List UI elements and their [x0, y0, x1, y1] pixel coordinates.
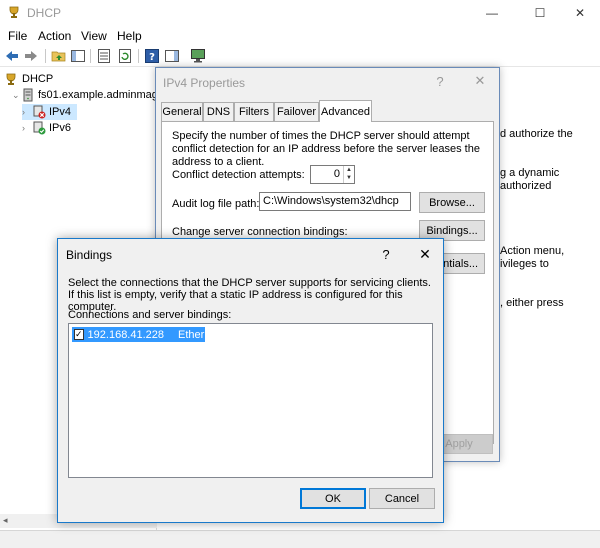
audit-log-label: Audit log file path:: [172, 198, 260, 210]
bindings-dialog: Bindings ? ✕ Select the connections that…: [57, 238, 444, 523]
tree-label-server: fs01.example.adminmag: [38, 89, 158, 101]
tab-general[interactable]: General: [161, 102, 203, 121]
ipv6-scope-icon: [33, 121, 46, 135]
toolbar-separator: [90, 49, 91, 63]
results-text-line: , either press: [500, 297, 564, 309]
ipv4-dialog-title: IPv4 Properties: [163, 76, 246, 90]
status-bar: [0, 530, 600, 548]
connection-ip: 192.168.41.228: [87, 328, 165, 341]
tree-label-ipv4: IPv4: [49, 106, 72, 118]
tree-label-ipv6: IPv6: [49, 122, 72, 134]
audit-log-path-input[interactable]: C:\Windows\system32\dhcp: [259, 192, 411, 211]
connection-checkbox[interactable]: ✓: [74, 329, 84, 340]
toolbar-separator: [138, 49, 139, 63]
bindings-help-button[interactable]: ?: [374, 244, 398, 264]
tab-dns[interactable]: DNS: [203, 102, 234, 121]
menu-file[interactable]: File: [8, 29, 27, 43]
collapsed-chevron-icon[interactable]: ›: [22, 107, 32, 117]
toolbar: ?: [0, 45, 600, 67]
dhcp-app-icon: [9, 6, 19, 18]
bindings-dialog-title: Bindings: [66, 248, 113, 262]
results-text-line: ivileges to: [500, 258, 549, 270]
tree-label-dhcp: DHCP: [22, 73, 54, 85]
ipv4-help-button[interactable]: ?: [428, 71, 452, 91]
conflict-description: Specify the number of times the DHCP ser…: [172, 130, 480, 168]
results-text-line: Action menu,: [500, 245, 565, 257]
toolbar-separator: [45, 49, 46, 63]
action-pane-icon[interactable]: [164, 48, 180, 64]
window-title: DHCP: [27, 6, 62, 20]
connections-label: Connections and server bindings:: [68, 309, 232, 321]
tab-failover[interactable]: Failover: [274, 102, 319, 121]
close-button[interactable]: ✕: [560, 0, 600, 25]
conflict-attempts-label: Conflict detection attempts:: [172, 169, 305, 181]
up-folder-icon[interactable]: [51, 48, 67, 64]
minimize-button[interactable]: —: [472, 0, 512, 25]
menu-help[interactable]: Help: [117, 29, 142, 43]
help-icon[interactable]: ?: [144, 48, 160, 64]
connection-row[interactable]: ✓ 192.168.41.228 Ethernet: [72, 327, 220, 342]
tree-node-server[interactable]: ⌄ fs01.example.adminmag: [12, 87, 158, 103]
ok-button[interactable]: OK: [300, 488, 366, 509]
show-hide-console-tree-icon[interactable]: [70, 48, 86, 64]
cancel-button[interactable]: Cancel: [369, 488, 435, 509]
tree-node-ipv6[interactable]: › IPv6: [22, 120, 71, 136]
title-bar: DHCP — ☐ ✕: [0, 0, 600, 25]
forward-arrow-icon[interactable]: [23, 48, 39, 64]
tab-filters[interactable]: Filters: [234, 102, 274, 121]
back-arrow-icon[interactable]: [4, 48, 20, 64]
spinner-arrows-icon[interactable]: ▲ ▼: [343, 166, 354, 183]
bindings-label: Change server connection bindings:: [172, 226, 348, 238]
results-text-line: d authorize the: [500, 128, 573, 140]
bindings-description: Select the connections that the DHCP ser…: [68, 277, 431, 313]
conflict-attempts-value: 0: [333, 168, 340, 180]
ipv4-close-button[interactable]: ✕: [468, 71, 492, 91]
bindings-close-button[interactable]: ✕: [413, 244, 437, 264]
menu-action[interactable]: Action: [38, 29, 71, 43]
menu-bar: File Action View Help: [0, 27, 600, 45]
tree-node-dhcp[interactable]: DHCP: [4, 71, 53, 87]
connections-list[interactable]: ✓ 192.168.41.228 Ethernet: [68, 323, 433, 478]
tab-advanced[interactable]: Advanced: [319, 100, 372, 122]
tree-node-ipv4[interactable]: › IPv4: [22, 104, 78, 120]
scroll-left-arrow-icon[interactable]: ◂: [3, 515, 8, 526]
menu-view[interactable]: View: [81, 29, 107, 43]
results-pane: d authorize the g a dynamic authorized A…: [500, 68, 600, 530]
server-monitor-icon[interactable]: [190, 48, 206, 64]
svg-text:?: ?: [149, 52, 155, 63]
properties-list-icon[interactable]: [96, 48, 112, 64]
maximize-button[interactable]: ☐: [520, 0, 560, 25]
browse-button[interactable]: Browse...: [419, 192, 485, 213]
connection-name: Ethernet: [178, 328, 220, 341]
results-text-line: authorized: [500, 180, 552, 192]
dhcp-root-icon: [6, 73, 16, 85]
refresh-icon[interactable]: [117, 48, 133, 64]
server-icon: [23, 88, 33, 102]
collapsed-chevron-icon[interactable]: ›: [22, 123, 32, 133]
ipv4-scope-icon: [33, 105, 46, 119]
expanded-chevron-icon[interactable]: ⌄: [12, 90, 22, 101]
results-text-line: g a dynamic: [500, 167, 560, 179]
